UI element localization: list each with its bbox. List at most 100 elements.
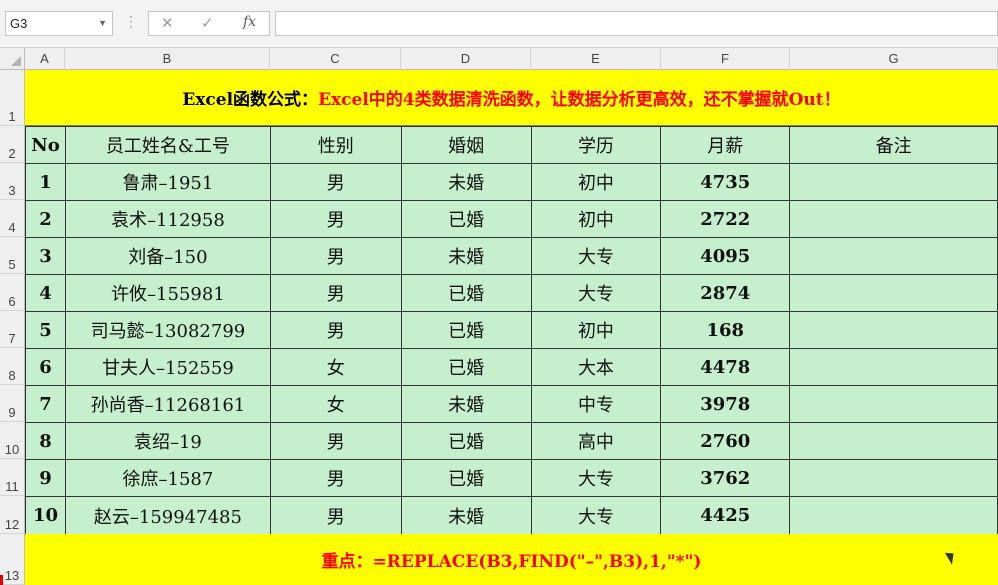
column-header-f[interactable]: F <box>661 48 790 70</box>
cell-education[interactable]: 大专 <box>530 496 662 535</box>
cell-name[interactable]: 许攸–155981 <box>64 274 271 312</box>
cell-education[interactable]: 大专 <box>530 237 662 275</box>
cell-gender[interactable]: 男 <box>269 422 402 460</box>
cell-no[interactable]: 7 <box>25 385 66 423</box>
cell-education[interactable]: 大本 <box>530 348 662 386</box>
cell-no[interactable]: 1 <box>25 163 66 201</box>
row-header-2[interactable]: 2 <box>0 126 25 163</box>
cell-gender[interactable]: 男 <box>269 163 402 201</box>
cell-name[interactable]: 徐庶–1587 <box>64 459 271 497</box>
name-box[interactable]: G3 ▼ <box>5 11 113 36</box>
cell-name[interactable]: 甘夫人–152559 <box>64 348 271 386</box>
cell-gender[interactable]: 男 <box>269 459 402 497</box>
column-header-g[interactable]: G <box>790 48 998 70</box>
cell-remark[interactable] <box>789 274 998 312</box>
title-cell[interactable]: Excel函数公式： Excel中的4类数据清洗函数，让数据分析更高效，还不掌握… <box>25 70 998 126</box>
cell-education[interactable]: 初中 <box>530 163 662 201</box>
drag-handle-icon[interactable]: ⋮ <box>124 13 138 30</box>
header-cell-remark[interactable]: 备注 <box>789 126 998 164</box>
cell-gender[interactable]: 男 <box>269 237 402 275</box>
cancel-icon[interactable]: ✕ <box>161 14 174 32</box>
cell-remark[interactable] <box>789 200 998 238</box>
header-cell-education[interactable]: 学历 <box>530 126 662 164</box>
cell-gender[interactable]: 男 <box>269 274 402 312</box>
cell-salary[interactable]: 3978 <box>660 385 791 423</box>
column-header-c[interactable]: C <box>270 48 401 70</box>
cell-education[interactable]: 大专 <box>530 274 662 312</box>
row-header-5[interactable]: 5 <box>0 237 25 274</box>
cell-marriage[interactable]: 已婚 <box>400 274 532 312</box>
cell-education[interactable]: 初中 <box>530 311 662 349</box>
cell-no[interactable]: 8 <box>25 422 66 460</box>
chevron-down-icon[interactable]: ▼ <box>98 12 107 35</box>
cell-gender[interactable]: 女 <box>269 385 402 423</box>
cell-education[interactable]: 大专 <box>530 459 662 497</box>
cell-name[interactable]: 刘备–150 <box>64 237 271 275</box>
cell-no[interactable]: 5 <box>25 311 66 349</box>
cell-marriage[interactable]: 已婚 <box>400 311 532 349</box>
column-header-e[interactable]: E <box>531 48 661 70</box>
cell-remark[interactable] <box>789 422 998 460</box>
cell-name[interactable]: 袁术–112958 <box>64 200 271 238</box>
cell-remark[interactable] <box>789 496 998 535</box>
cell-salary[interactable]: 3762 <box>660 459 791 497</box>
cell-marriage[interactable]: 已婚 <box>400 422 532 460</box>
cell-remark[interactable] <box>789 163 998 201</box>
cell-name[interactable]: 赵云–159947485 <box>64 496 271 535</box>
cell-salary[interactable]: 2874 <box>660 274 791 312</box>
header-cell-gender[interactable]: 性别 <box>269 126 402 164</box>
row-header-9[interactable]: 9 <box>0 385 25 422</box>
cell-gender[interactable]: 男 <box>269 496 402 535</box>
cell-salary[interactable]: 4735 <box>660 163 791 201</box>
row-header-13[interactable]: 13 <box>0 534 25 585</box>
cell-gender[interactable]: 男 <box>269 311 402 349</box>
cell-education[interactable]: 中专 <box>530 385 662 423</box>
cell-name[interactable]: 司马懿–13082799 <box>64 311 271 349</box>
column-header-b[interactable]: B <box>65 48 270 70</box>
row-header-12[interactable]: 12 <box>0 496 25 534</box>
header-cell-name[interactable]: 员工姓名&工号 <box>64 126 271 164</box>
header-cell-marriage[interactable]: 婚姻 <box>400 126 532 164</box>
cell-remark[interactable] <box>789 459 998 497</box>
cell-name[interactable]: 袁绍–19 <box>64 422 271 460</box>
cell-salary[interactable]: 2760 <box>660 422 791 460</box>
cell-salary[interactable]: 168 <box>660 311 791 349</box>
formula-note-cell[interactable]: 重点：=REPLACE(B3,FIND("–",B3),1,"*") <box>25 534 998 585</box>
header-cell-salary[interactable]: 月薪 <box>660 126 791 164</box>
cell-remark[interactable] <box>789 237 998 275</box>
row-header-7[interactable]: 7 <box>0 311 25 348</box>
insert-function-icon[interactable]: fx <box>243 14 256 30</box>
enter-icon[interactable]: ✓ <box>201 14 214 32</box>
row-header-10[interactable]: 10 <box>0 422 25 459</box>
cell-marriage[interactable]: 已婚 <box>400 348 532 386</box>
cell-salary[interactable]: 4478 <box>660 348 791 386</box>
cell-marriage[interactable]: 未婚 <box>400 237 532 275</box>
row-header-3[interactable]: 3 <box>0 163 25 200</box>
cell-salary[interactable]: 4425 <box>660 496 791 535</box>
column-header-a[interactable]: A <box>25 48 65 70</box>
cell-salary[interactable]: 2722 <box>660 200 791 238</box>
column-header-d[interactable]: D <box>401 48 531 70</box>
row-header-4[interactable]: 4 <box>0 200 25 237</box>
cell-salary[interactable]: 4095 <box>660 237 791 275</box>
cell-marriage[interactable]: 未婚 <box>400 163 532 201</box>
row-header-1[interactable]: 1 <box>0 70 25 126</box>
cell-name[interactable]: 孙尚香–11268161 <box>64 385 271 423</box>
cell-no[interactable]: 9 <box>25 459 66 497</box>
cell-no[interactable]: 2 <box>25 200 66 238</box>
formula-input[interactable] <box>275 11 998 36</box>
cell-gender[interactable]: 男 <box>269 200 402 238</box>
cell-marriage[interactable]: 已婚 <box>400 459 532 497</box>
cell-name[interactable]: 鲁肃–1951 <box>64 163 271 201</box>
cell-no[interactable]: 10 <box>25 496 66 535</box>
cell-marriage[interactable]: 未婚 <box>400 496 532 535</box>
select-all-button[interactable] <box>0 48 25 70</box>
row-header-6[interactable]: 6 <box>0 274 25 311</box>
cell-education[interactable]: 初中 <box>530 200 662 238</box>
cell-remark[interactable] <box>789 385 998 423</box>
row-header-8[interactable]: 8 <box>0 348 25 385</box>
cell-remark[interactable] <box>789 348 998 386</box>
cell-remark[interactable] <box>789 311 998 349</box>
cell-no[interactable]: 4 <box>25 274 66 312</box>
cell-marriage[interactable]: 未婚 <box>400 385 532 423</box>
